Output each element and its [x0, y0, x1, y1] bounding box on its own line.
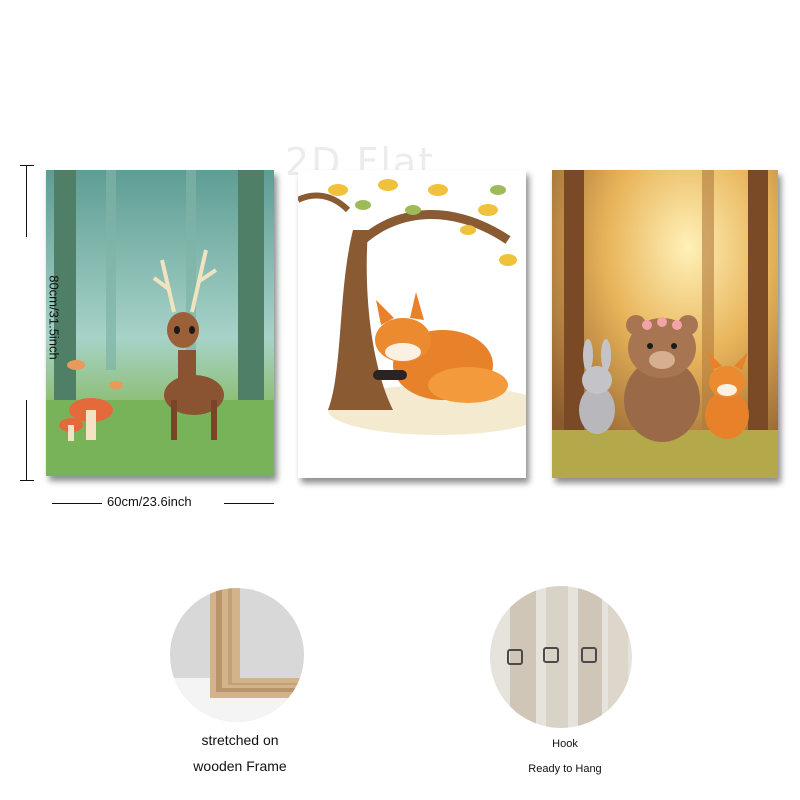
width-dimension-line	[52, 503, 102, 504]
frame-caption-line2: wooden Frame	[193, 758, 287, 774]
height-dimension-line	[26, 165, 27, 237]
canvas-deer-artwork	[46, 170, 274, 476]
canvas-bear-friends-artwork	[552, 170, 778, 478]
width-label: 60cm/23.6inch	[107, 494, 192, 509]
wooden-frame-photo	[170, 588, 304, 722]
deer-artwork-image	[46, 170, 274, 476]
height-tick-bottom	[20, 480, 34, 481]
hook-icon	[490, 586, 632, 728]
width-dimension-line	[224, 503, 274, 504]
frame-caption-line1: stretched on	[201, 732, 279, 748]
hook-photo	[490, 586, 632, 728]
wooden-frame-icon	[170, 588, 304, 722]
height-dimension-line	[26, 400, 27, 480]
bear-friends-artwork-image	[552, 170, 778, 478]
height-label: 80cm/31.5inch	[46, 275, 62, 360]
canvas-fox-artwork	[298, 170, 526, 478]
height-tick-top	[20, 165, 34, 166]
hook-caption-line1: Hook	[552, 738, 578, 750]
hook-caption-line2: Ready to Hang	[528, 763, 602, 775]
fox-artwork-image	[298, 170, 526, 478]
